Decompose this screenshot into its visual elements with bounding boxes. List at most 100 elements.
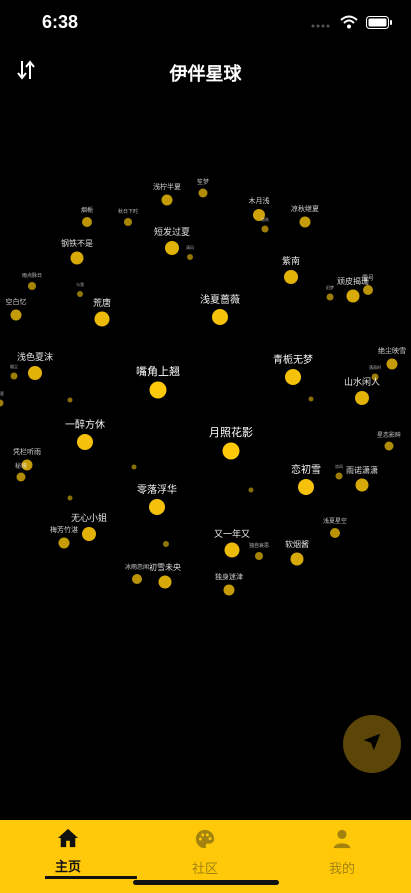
star-dot[interactable]	[384, 441, 394, 451]
star-dot[interactable]	[82, 217, 92, 227]
star-dot[interactable]	[70, 251, 84, 265]
star-dot[interactable]	[132, 574, 142, 584]
star-dot[interactable]	[298, 479, 314, 495]
star-label[interactable]: 烟尘	[10, 364, 18, 370]
star-dot[interactable]	[212, 309, 228, 325]
star-label[interactable]: 木月浅	[249, 196, 270, 206]
star-dot[interactable]	[0, 399, 4, 407]
star-dot[interactable]	[149, 381, 167, 399]
navigation-arrow-icon	[361, 731, 383, 757]
tab-community[interactable]: 社区	[160, 828, 250, 888]
star-label[interactable]: 凉秋继夏	[291, 204, 319, 214]
star-dot[interactable]	[222, 442, 240, 460]
star-label[interactable]: 冰雨忽闻	[125, 562, 149, 571]
star-label[interactable]: 落雨时	[369, 365, 381, 371]
send-button[interactable]	[343, 715, 401, 773]
star-label[interactable]: 与我	[76, 282, 84, 288]
star-dot[interactable]	[198, 188, 208, 198]
star-label[interactable]: 凉风	[335, 464, 343, 470]
star-label[interactable]: 零落浮华	[137, 481, 177, 496]
star-label[interactable]: 空白忆	[6, 297, 27, 307]
star-dot[interactable]	[165, 241, 179, 255]
page-title: 伊伴星球	[169, 64, 242, 85]
star-dot[interactable]	[248, 487, 254, 493]
star-label[interactable]: 青栀无梦	[273, 351, 313, 366]
star-label[interactable]: 恋初雪	[291, 461, 321, 476]
star-label[interactable]: 秋日下时	[118, 208, 138, 215]
star-label[interactable]: 凉秋	[261, 217, 269, 223]
star-dot[interactable]	[335, 472, 343, 480]
star-dot[interactable]	[131, 464, 137, 470]
star-dot[interactable]	[161, 194, 173, 206]
tab-home[interactable]: 主页	[23, 828, 113, 888]
user-icon	[331, 829, 353, 854]
star-label[interactable]: 星恋影眸	[377, 430, 401, 439]
star-dot[interactable]	[386, 358, 398, 370]
star-dot[interactable]	[77, 434, 93, 450]
star-dot[interactable]	[124, 218, 132, 226]
star-label[interactable]: 荒唐	[93, 296, 111, 309]
star-dot[interactable]	[326, 293, 334, 301]
star-dot[interactable]	[330, 528, 340, 538]
star-label[interactable]: 紫南	[282, 254, 300, 267]
star-label[interactable]: 浅夏星空	[323, 516, 347, 525]
star-dot[interactable]	[163, 541, 169, 547]
star-label[interactable]: 雪号	[362, 273, 374, 282]
star-label[interactable]: 雨点脉日	[22, 272, 42, 279]
star-dot[interactable]	[284, 270, 298, 284]
star-dot[interactable]	[299, 216, 311, 228]
star-label[interactable]: 浅夏蔷薇	[200, 291, 240, 306]
star-dot[interactable]	[363, 285, 373, 295]
star-dot[interactable]	[28, 366, 42, 380]
star-dot[interactable]	[82, 527, 96, 541]
star-label[interactable]: 月照花影	[209, 424, 253, 440]
star-label[interactable]: 雨诺潇潇	[346, 465, 378, 476]
star-dot[interactable]	[355, 391, 369, 405]
star-label[interactable]: 钢铁不是	[61, 238, 93, 249]
star-label[interactable]: 烟栀	[81, 205, 93, 214]
star-label[interactable]: 绝尘映雪	[378, 346, 406, 356]
star-label[interactable]: 清夏	[0, 391, 4, 397]
star-dot[interactable]	[224, 542, 240, 558]
star-dot[interactable]	[308, 396, 314, 402]
star-label[interactable]: 山水闲人	[344, 375, 380, 388]
star-dot[interactable]	[10, 372, 18, 380]
star-label[interactable]: 浅柠半夏	[153, 182, 181, 192]
star-label[interactable]: 旧梦	[326, 285, 334, 291]
star-dot[interactable]	[158, 575, 172, 589]
star-dot[interactable]	[67, 397, 73, 403]
star-dot[interactable]	[223, 584, 235, 596]
star-dot[interactable]	[187, 254, 193, 260]
status-bar: 6:38	[0, 0, 411, 46]
star-label[interactable]: 浅色夏沫	[17, 350, 53, 363]
star-label[interactable]: 软烟酱	[285, 539, 309, 550]
star-dot[interactable]	[67, 495, 73, 501]
star-dot[interactable]	[355, 478, 369, 492]
star-label[interactable]: 嘴角上翘	[136, 363, 180, 379]
star-label[interactable]: 凭栏听雨	[13, 447, 41, 457]
tab-mine[interactable]: 我的	[297, 828, 387, 888]
star-dot[interactable]	[261, 225, 269, 233]
star-label[interactable]: 独自哀思	[249, 542, 269, 549]
star-dot[interactable]	[290, 552, 304, 566]
star-dot[interactable]	[149, 499, 165, 515]
star-dot[interactable]	[255, 552, 263, 560]
star-label[interactable]: 短发过夏	[154, 225, 190, 238]
star-label[interactable]: 笙梦	[197, 177, 209, 186]
star-label[interactable]: 秘境	[15, 461, 27, 470]
star-label[interactable]: 一醉方休	[65, 416, 105, 431]
star-dot[interactable]	[94, 311, 110, 327]
star-label[interactable]: 清风	[186, 245, 194, 251]
star-label[interactable]: 初雪未央	[149, 562, 181, 573]
star-dot[interactable]	[346, 289, 360, 303]
star-dot[interactable]	[28, 282, 36, 290]
star-label[interactable]: 无心小姐	[71, 511, 107, 524]
star-dot[interactable]	[77, 291, 83, 297]
star-label[interactable]: 梅芳竹湛	[50, 525, 78, 535]
star-label[interactable]: 又一年又	[214, 527, 250, 540]
star-dot[interactable]	[16, 472, 26, 482]
star-dot[interactable]	[10, 309, 22, 321]
star-dot[interactable]	[285, 369, 301, 385]
star-dot[interactable]	[58, 537, 70, 549]
star-label[interactable]: 独身迷津	[215, 572, 243, 582]
